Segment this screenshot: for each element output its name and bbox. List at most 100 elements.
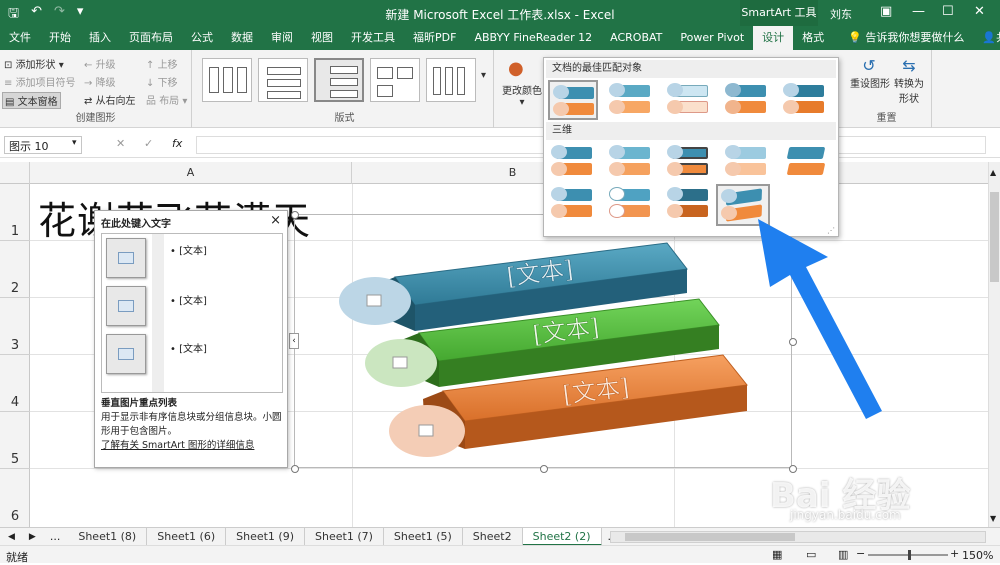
style-option[interactable] bbox=[780, 80, 830, 120]
column-header-a[interactable]: A bbox=[30, 162, 352, 184]
tab-foxit-pdf[interactable]: 福昕PDF bbox=[404, 26, 465, 50]
zoom-out-icon[interactable]: − bbox=[856, 547, 865, 560]
tab-developer[interactable]: 开发工具 bbox=[342, 26, 404, 50]
layout-option-4[interactable] bbox=[370, 58, 420, 102]
sheet-tab-active[interactable]: Sheet2 (2) bbox=[522, 527, 602, 546]
reset-graphic-button[interactable]: ↺ 重设图形 bbox=[850, 56, 890, 90]
style-option[interactable] bbox=[548, 142, 598, 182]
learn-more-link[interactable]: 了解有关 SmartArt 图形的详细信息 bbox=[101, 439, 283, 453]
horizontal-scroll-thumb[interactable] bbox=[625, 533, 795, 541]
row-header-2[interactable]: 2 bbox=[0, 241, 30, 298]
sheet-tab[interactable]: Sheet1 (8) bbox=[68, 527, 148, 546]
sheet-tab[interactable]: Sheet1 (6) bbox=[147, 527, 227, 546]
fx-icon[interactable]: fx bbox=[172, 137, 182, 150]
style-option[interactable] bbox=[548, 184, 598, 224]
text-pane-toggle-icon[interactable]: ‹ bbox=[289, 333, 299, 349]
style-option[interactable] bbox=[664, 80, 714, 120]
layout-option-1[interactable] bbox=[202, 58, 252, 102]
text-pane-close-icon[interactable]: × bbox=[270, 213, 281, 228]
layout-button[interactable]: 品 布局 ▾ bbox=[146, 92, 187, 107]
layouts-more-icon[interactable]: ▾ bbox=[481, 70, 486, 81]
tab-format[interactable]: 格式 bbox=[793, 26, 833, 50]
style-option[interactable] bbox=[606, 142, 656, 182]
picture-placeholder-icon[interactable] bbox=[392, 356, 408, 369]
tab-data[interactable]: 数据 bbox=[222, 26, 262, 50]
tab-view[interactable]: 视图 bbox=[302, 26, 342, 50]
picture-placeholder-2[interactable] bbox=[106, 286, 146, 326]
text-pane-bullet-1[interactable]: • [文本] bbox=[170, 242, 207, 257]
row-header-6[interactable]: 6 bbox=[0, 469, 30, 528]
ribbon-display-icon[interactable]: ▣ bbox=[880, 4, 892, 19]
picture-placeholder-icon[interactable] bbox=[366, 294, 382, 307]
scroll-thumb[interactable] bbox=[990, 192, 999, 282]
row-header-5[interactable]: 5 bbox=[0, 412, 30, 469]
tab-abbyy[interactable]: ABBYY FineReader 12 bbox=[465, 26, 601, 50]
zoom-slider-thumb[interactable] bbox=[908, 550, 911, 560]
move-up-button[interactable]: ↑ 上移 bbox=[146, 56, 178, 71]
layout-option-3-selected[interactable] bbox=[314, 58, 364, 102]
text-pane-bullet-3[interactable]: • [文本] bbox=[170, 340, 207, 355]
share-button[interactable]: 👤共享 bbox=[973, 26, 1000, 50]
picture-placeholder-3[interactable] bbox=[106, 334, 146, 374]
style-option[interactable] bbox=[722, 142, 772, 182]
page-layout-view-icon[interactable]: ▭ bbox=[806, 548, 816, 561]
sheet-tab[interactable]: Sheet1 (5) bbox=[384, 527, 463, 546]
prev-sheet-icon[interactable]: ◀ bbox=[0, 532, 23, 542]
enter-icon[interactable]: ✓ bbox=[144, 137, 153, 150]
tab-insert[interactable]: 插入 bbox=[80, 26, 120, 50]
tab-file[interactable]: 文件 bbox=[0, 26, 40, 50]
resize-handle[interactable] bbox=[291, 465, 299, 473]
promote-button[interactable]: ← 升级 bbox=[84, 56, 116, 71]
zoom-in-icon[interactable]: + bbox=[950, 547, 959, 560]
demote-button[interactable]: → 降级 bbox=[84, 74, 116, 89]
name-box-dropdown-icon[interactable]: ▾ bbox=[72, 138, 77, 148]
zoom-level[interactable]: 150% bbox=[962, 549, 993, 562]
tell-me-search[interactable]: 💡 告诉我你想要做什么 bbox=[839, 26, 973, 50]
style-option[interactable] bbox=[606, 80, 656, 120]
style-option[interactable] bbox=[664, 184, 714, 224]
normal-view-icon[interactable]: ▦ bbox=[772, 548, 782, 561]
layout-option-2[interactable] bbox=[258, 58, 308, 102]
page-break-view-icon[interactable]: ▥ bbox=[838, 548, 848, 561]
layout-option-5[interactable] bbox=[426, 58, 476, 102]
row-header-1[interactable]: 1 bbox=[0, 184, 30, 241]
tab-review[interactable]: 审阅 bbox=[262, 26, 302, 50]
tab-power-pivot[interactable]: Power Pivot bbox=[671, 26, 753, 50]
right-to-left-button[interactable]: ⇄ 从右向左 bbox=[84, 92, 136, 107]
text-pane-button[interactable]: ▤ 文本窗格 bbox=[2, 92, 61, 109]
tab-acrobat[interactable]: ACROBAT bbox=[601, 26, 671, 50]
tab-design[interactable]: 设计 bbox=[753, 26, 794, 50]
vertical-scrollbar[interactable]: ▲ ▼ bbox=[988, 162, 1000, 527]
picture-placeholder-1[interactable] bbox=[106, 238, 146, 278]
sheet-tab[interactable]: Sheet2 bbox=[463, 527, 523, 546]
minimize-icon[interactable]: — bbox=[912, 4, 925, 19]
bullet-text[interactable]: [文本] bbox=[179, 296, 207, 307]
text-pane-bullet-2[interactable]: • [文本] bbox=[170, 292, 207, 307]
bullet-text[interactable]: [文本] bbox=[179, 246, 207, 257]
cancel-icon[interactable]: ✕ bbox=[116, 137, 125, 150]
change-colors-button[interactable]: 更改颜色 ▾ bbox=[502, 82, 542, 108]
text-pane-editor[interactable]: • [文本] • [文本] • [文本] bbox=[101, 233, 283, 393]
scroll-down-icon[interactable]: ▼ bbox=[990, 514, 996, 523]
style-option[interactable] bbox=[606, 184, 656, 224]
row-header-4[interactable]: 4 bbox=[0, 355, 30, 412]
name-box[interactable]: 图示 10 bbox=[4, 136, 82, 154]
picture-placeholder-icon[interactable] bbox=[418, 424, 434, 437]
resize-handle[interactable] bbox=[540, 465, 548, 473]
select-all-corner[interactable] bbox=[0, 162, 30, 184]
add-bullet-button[interactable]: ≡ 添加项目符号 bbox=[4, 74, 76, 89]
user-name[interactable]: 刘东 bbox=[830, 6, 852, 22]
scroll-up-icon[interactable]: ▲ bbox=[990, 168, 996, 177]
move-down-button[interactable]: ↓ 下移 bbox=[146, 74, 178, 89]
tab-home[interactable]: 开始 bbox=[40, 26, 80, 50]
bullet-text[interactable]: [文本] bbox=[179, 344, 207, 355]
row-header-3[interactable]: 3 bbox=[0, 298, 30, 355]
style-option[interactable] bbox=[780, 142, 830, 182]
tab-page-layout[interactable]: 页面布局 bbox=[120, 26, 182, 50]
horizontal-scrollbar[interactable] bbox=[610, 531, 986, 543]
sheet-tab[interactable]: Sheet1 (9) bbox=[226, 527, 306, 546]
next-sheet-icon[interactable]: ▶ bbox=[23, 532, 42, 542]
zoom-slider[interactable] bbox=[868, 550, 948, 560]
style-option[interactable] bbox=[664, 142, 714, 182]
style-option[interactable] bbox=[548, 80, 598, 120]
